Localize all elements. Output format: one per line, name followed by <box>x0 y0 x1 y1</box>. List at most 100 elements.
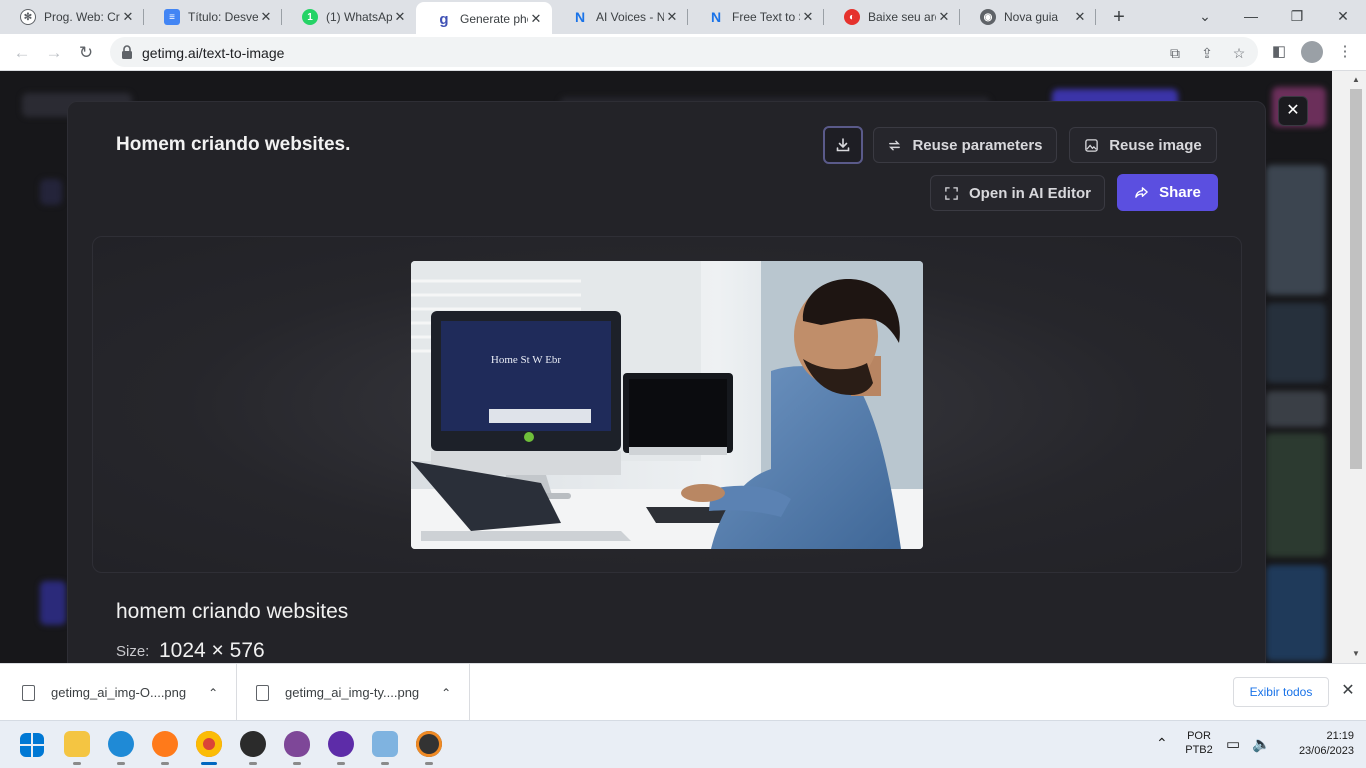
lock-icon[interactable] <box>120 44 134 60</box>
volume-icon[interactable]: 🔈 <box>1252 735 1271 753</box>
naturalreaders-icon: N <box>574 9 586 25</box>
media-player-icon[interactable] <box>416 731 442 765</box>
tab-google-docs[interactable]: ≡ Título: Desve ✕ <box>144 0 282 34</box>
close-tab-icon[interactable]: ✕ <box>258 9 274 25</box>
download-item[interactable]: getimg_ai_img-ty....png ⌃ <box>256 664 451 721</box>
tab-title: (1) WhatsApp <box>326 10 392 24</box>
chatgpt-icon: ✻ <box>20 9 36 25</box>
close-tab-icon[interactable]: ✕ <box>528 11 544 27</box>
clock[interactable]: 21:19 23/06/2023 <box>1282 730 1354 757</box>
chrome-icon[interactable] <box>196 731 222 765</box>
divider <box>469 664 470 721</box>
download-shelf: getimg_ai_img-O....png ⌃ getimg_ai_img-t… <box>0 663 1366 721</box>
share-button[interactable]: Share <box>1117 174 1218 211</box>
download-item[interactable]: getimg_ai_img-O....png ⌃ <box>22 664 218 721</box>
modal-title: Homem criando websites. <box>116 134 351 155</box>
size-value: 1024 × 576 <box>159 639 265 662</box>
background-thumbnail <box>1266 391 1326 427</box>
tab-whatsapp[interactable]: 1 (1) WhatsApp ✕ <box>282 0 416 34</box>
scroll-down-icon[interactable]: ▼ <box>1350 649 1362 658</box>
generated-image[interactable]: Home St W Ebr <box>411 261 923 549</box>
tab-title: Nova guia <box>1004 10 1059 24</box>
ilovepdf-icon: ◐ <box>844 9 860 25</box>
scrollbar-thumb[interactable] <box>1350 89 1362 469</box>
profile-avatar-icon[interactable] <box>1301 41 1323 63</box>
background-thumbnail <box>1266 303 1326 383</box>
chrome-menu-icon[interactable]: ⋮ <box>1334 41 1356 63</box>
reuse-parameters-button[interactable]: Reuse parameters <box>873 127 1057 163</box>
scroll-up-icon[interactable]: ▲ <box>1350 75 1362 84</box>
background-sidebar-item <box>40 179 62 205</box>
tab-title: Free Text to S <box>732 10 800 24</box>
image-detail-modal: Homem criando websites. Reuse parameters… <box>67 101 1266 663</box>
page-scrollbar[interactable]: ▲ ▼ <box>1332 71 1366 663</box>
tor-icon[interactable] <box>284 731 310 765</box>
close-tab-icon[interactable]: ✕ <box>392 9 408 25</box>
naturalreaders-icon: N <box>710 9 722 25</box>
close-tab-icon[interactable]: ✕ <box>936 9 952 25</box>
reuse-image-button[interactable]: Reuse image <box>1069 127 1217 163</box>
new-tab-button[interactable]: + <box>1106 4 1132 30</box>
image-icon <box>1085 138 1098 152</box>
chevron-up-icon[interactable]: ⌃ <box>208 686 218 700</box>
download-icon <box>836 138 850 152</box>
reload-button[interactable]: ↻ <box>72 39 100 67</box>
tab-title: Generate pho <box>460 12 528 26</box>
windows-start-icon[interactable] <box>20 733 44 757</box>
close-window-button[interactable]: ✕ <box>1320 0 1366 34</box>
obs-icon[interactable] <box>240 731 266 765</box>
show-hidden-icons-icon[interactable]: ⌃ <box>1156 735 1168 752</box>
open-ai-editor-button[interactable]: Open in AI Editor <box>930 175 1105 211</box>
tab-title: Baixe seu arq <box>868 10 936 24</box>
tab-free-tts[interactable]: N Free Text to S ✕ <box>688 0 824 34</box>
edge-icon[interactable] <box>108 731 134 765</box>
share-page-icon[interactable]: ⇪ <box>1198 44 1216 62</box>
address-bar[interactable]: getimg.ai/text-to-image ⧉ ⇪ ☆ <box>110 37 1258 67</box>
tab-getimg[interactable]: g Generate pho ✕ <box>416 2 552 36</box>
download-filename: getimg_ai_img-O....png <box>51 685 187 700</box>
close-download-shelf-icon[interactable]: ✕ <box>1338 680 1358 704</box>
show-all-downloads-button[interactable]: Exibir todos <box>1233 677 1329 707</box>
expand-icon <box>945 186 958 200</box>
translate-icon[interactable]: ⧉ <box>1166 44 1184 62</box>
maximize-button[interactable]: ❐ <box>1274 0 1320 34</box>
tab-ai-voices[interactable]: N AI Voices - Na ✕ <box>552 0 688 34</box>
browser-toolbar: ← → ↻ getimg.ai/text-to-image ⧉ ⇪ ☆ ◧ ⋮ <box>0 34 1366 71</box>
share-label: Share <box>1159 184 1201 201</box>
side-panel-icon[interactable]: ◧ <box>1268 41 1290 63</box>
language-indicator[interactable]: POR PTB2 <box>1182 730 1216 756</box>
close-tab-icon[interactable]: ✕ <box>800 9 816 25</box>
close-tab-icon[interactable]: ✕ <box>120 9 136 25</box>
close-tab-icon[interactable]: ✕ <box>664 9 680 25</box>
clock-time: 21:19 <box>1326 730 1354 742</box>
video-icon[interactable] <box>372 731 398 765</box>
google-docs-icon: ≡ <box>164 9 180 25</box>
minimize-button[interactable]: — <box>1228 0 1274 34</box>
getimg-icon: g <box>439 10 449 28</box>
close-tab-icon[interactable]: ✕ <box>1072 9 1088 25</box>
keyboard-layout: PTB2 <box>1185 744 1213 756</box>
tab-search-button[interactable]: ⌄ <box>1182 0 1228 34</box>
tab-ilovepdf[interactable]: ◐ Baixe seu arq ✕ <box>824 0 960 34</box>
reuse-image-label: Reuse image <box>1109 136 1202 154</box>
app-purple-icon[interactable] <box>328 731 354 765</box>
back-button[interactable]: ← <box>8 39 36 67</box>
file-icon <box>22 684 35 701</box>
file-explorer-icon[interactable] <box>64 731 90 765</box>
forward-button[interactable]: → <box>40 39 68 67</box>
image-screen-text: Home St W Ebr <box>491 354 562 366</box>
chevron-up-icon[interactable]: ⌃ <box>441 686 451 700</box>
network-icon[interactable]: ▭ <box>1226 735 1240 753</box>
close-modal-button[interactable]: ✕ <box>1278 96 1308 126</box>
file-icon <box>256 684 269 701</box>
tab-chatgpt[interactable]: ✻ Prog. Web: Cr ✕ <box>0 0 144 34</box>
download-button[interactable] <box>823 126 863 164</box>
language-code: POR <box>1187 730 1211 742</box>
page-viewport: Homem criando websites. Reuse parameters… <box>0 71 1332 663</box>
firefox-icon[interactable] <box>152 731 178 765</box>
bookmark-star-icon[interactable]: ☆ <box>1230 44 1248 62</box>
prompt-text: homem criando websites <box>116 600 349 623</box>
background-sidebar-button <box>40 581 66 625</box>
tab-nova-guia[interactable]: ◉ Nova guia ✕ <box>960 0 1096 34</box>
background-thumbnail <box>1266 165 1326 295</box>
